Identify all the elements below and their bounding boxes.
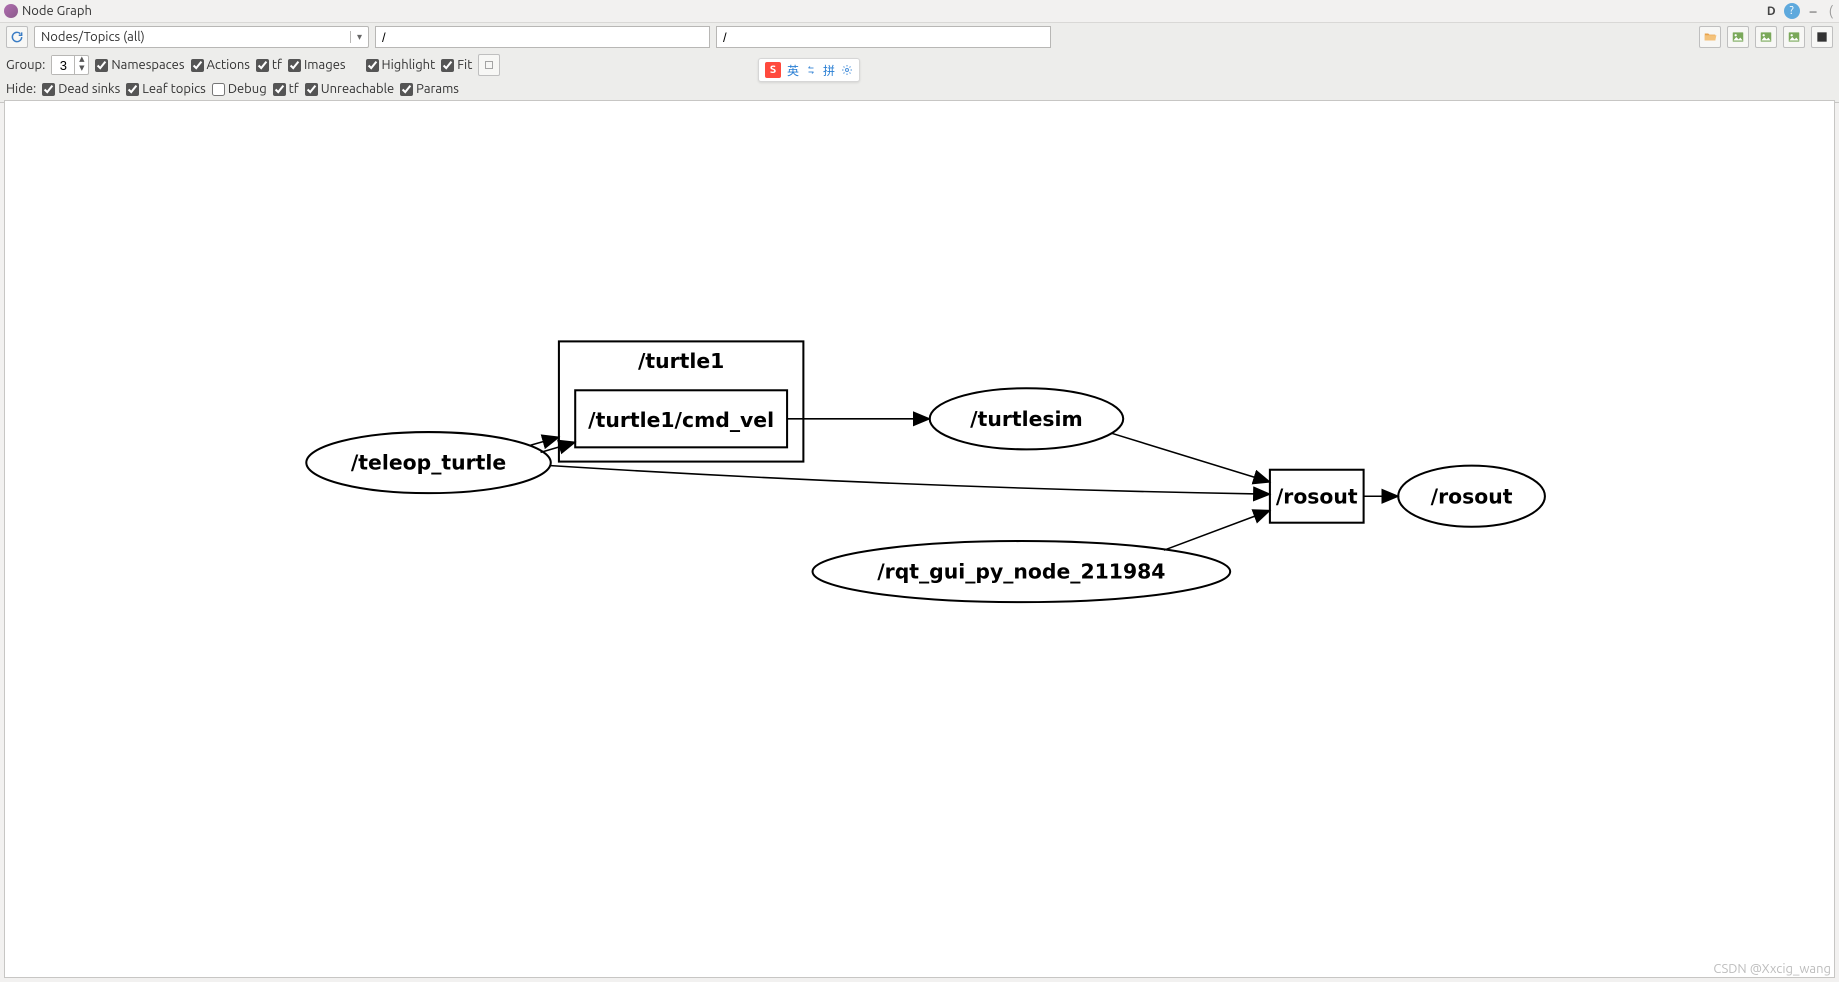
actions-checkbox[interactable]: Actions bbox=[191, 58, 250, 72]
edge-teleop-cmdvel bbox=[541, 442, 576, 452]
toolbar-row-1: Nodes/Topics (all) ▾ bbox=[0, 22, 1839, 51]
tf-group-label: tf bbox=[272, 58, 282, 72]
minimize-button[interactable]: – bbox=[1808, 3, 1819, 19]
toolbar-row-2: Group: ▲▼ Namespaces Actions tf Images H… bbox=[0, 51, 1839, 79]
gear-icon[interactable] bbox=[841, 64, 853, 76]
hide-label: Hide: bbox=[6, 82, 36, 96]
window-controls: D ? – ( bbox=[1767, 3, 1835, 19]
sogou-logo-icon: S bbox=[765, 62, 781, 78]
save-svg-button[interactable] bbox=[1783, 26, 1805, 48]
open-button[interactable] bbox=[1699, 26, 1721, 48]
edge-turtlesim-rosout bbox=[1111, 433, 1270, 482]
view-type-value: Nodes/Topics (all) bbox=[35, 30, 350, 44]
edge-rqt-rosout bbox=[1164, 510, 1270, 550]
dark-mode-button[interactable] bbox=[1811, 26, 1833, 48]
node-graph-svg: /turtle1 /turtle1/cmd_vel /teleop_turtle… bbox=[5, 101, 1834, 977]
image-icon bbox=[1731, 30, 1745, 44]
topic-rosout-label: /rosout bbox=[1276, 484, 1358, 508]
view-type-select[interactable]: Nodes/Topics (all) ▾ bbox=[34, 26, 369, 48]
ime-mode[interactable]: 拼 bbox=[823, 62, 835, 79]
image-icon bbox=[1787, 30, 1801, 44]
save-image-button[interactable] bbox=[1727, 26, 1749, 48]
fit-checkbox[interactable]: Fit bbox=[441, 58, 472, 72]
edge-teleop-turtle1 bbox=[530, 437, 559, 445]
chevron-down-icon: ▾ bbox=[350, 31, 368, 43]
image-icon bbox=[1759, 30, 1773, 44]
leaf-topics-checkbox[interactable]: Leaf topics bbox=[126, 82, 206, 96]
watermark: CSDN @Xxcig_wang bbox=[1713, 962, 1831, 976]
params-label: Params bbox=[416, 82, 459, 96]
unreachable-checkbox[interactable]: Unreachable bbox=[305, 82, 394, 96]
namespaces-label: Namespaces bbox=[111, 58, 184, 72]
namespaces-checkbox[interactable]: Namespaces bbox=[95, 58, 184, 72]
images-label: Images bbox=[304, 58, 346, 72]
namespace-turtle1-label: /turtle1 bbox=[638, 349, 724, 373]
expand-icon bbox=[483, 59, 495, 71]
debug-label: Debug bbox=[228, 82, 267, 96]
save-dot-button[interactable] bbox=[1755, 26, 1777, 48]
tf-hide-checkbox[interactable]: tf bbox=[273, 82, 299, 96]
highlight-checkbox[interactable]: Highlight bbox=[366, 58, 436, 72]
folder-open-icon bbox=[1703, 30, 1717, 44]
help-button[interactable]: ? bbox=[1784, 3, 1800, 19]
dead-sinks-label: Dead sinks bbox=[58, 82, 120, 96]
window-titlebar: Node Graph D ? – ( bbox=[0, 0, 1839, 22]
group-label: Group: bbox=[6, 58, 45, 72]
ime-toolbar[interactable]: S 英 拼 bbox=[758, 58, 860, 82]
spinner-arrows[interactable]: ▲▼ bbox=[74, 56, 88, 74]
node-turtlesim-label: /turtlesim bbox=[970, 407, 1083, 431]
app-icon bbox=[4, 4, 18, 18]
topic-filter-input[interactable] bbox=[716, 26, 1051, 48]
topic-cmdvel-label: /turtle1/cmd_vel bbox=[588, 408, 774, 432]
group-depth-value[interactable] bbox=[52, 56, 74, 74]
params-checkbox[interactable]: Params bbox=[400, 82, 459, 96]
zoom-fit-button[interactable] bbox=[478, 54, 500, 76]
node-teleop-label: /teleop_turtle bbox=[351, 451, 506, 475]
edge-teleop-rosout bbox=[551, 466, 1270, 495]
group-depth-spinner[interactable]: ▲▼ bbox=[51, 55, 89, 75]
ime-lang[interactable]: 英 bbox=[787, 62, 799, 79]
dead-sinks-checkbox[interactable]: Dead sinks bbox=[42, 82, 120, 96]
refresh-button[interactable] bbox=[6, 26, 28, 48]
right-icon-group bbox=[1699, 26, 1833, 48]
d-button[interactable]: D bbox=[1767, 5, 1776, 18]
tf-group-checkbox[interactable]: tf bbox=[256, 58, 282, 72]
tf-hide-label: tf bbox=[289, 82, 299, 96]
node-filter-input[interactable] bbox=[375, 26, 710, 48]
debug-checkbox[interactable]: Debug bbox=[212, 82, 267, 96]
highlight-label: Highlight bbox=[382, 58, 436, 72]
window-title: Node Graph bbox=[22, 4, 92, 18]
chevron-down-icon: ▼ bbox=[75, 65, 88, 74]
switch-icon[interactable] bbox=[805, 64, 817, 76]
graph-canvas[interactable]: /turtle1 /turtle1/cmd_vel /teleop_turtle… bbox=[4, 100, 1835, 978]
leaf-topics-label: Leaf topics bbox=[142, 82, 206, 96]
actions-label: Actions bbox=[207, 58, 250, 72]
node-rqt-label: /rqt_gui_py_node_211984 bbox=[877, 560, 1165, 584]
square-icon bbox=[1815, 30, 1829, 44]
fit-label: Fit bbox=[457, 58, 472, 72]
images-checkbox[interactable]: Images bbox=[288, 58, 346, 72]
refresh-icon bbox=[10, 30, 24, 44]
unreachable-label: Unreachable bbox=[321, 82, 394, 96]
divider-icon: ( bbox=[1827, 3, 1835, 19]
node-rosout-label: /rosout bbox=[1431, 484, 1513, 508]
